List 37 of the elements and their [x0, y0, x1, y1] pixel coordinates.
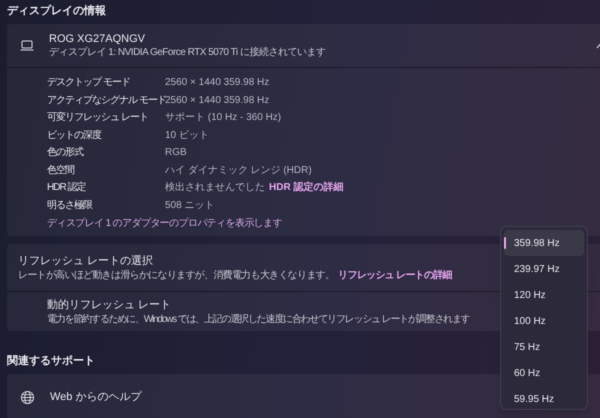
detail-value: 2560 × 1440 359.98 Hz — [165, 76, 270, 90]
setting-title: リフレッシュ レートの選択 — [18, 254, 154, 268]
detail-value: 2560 × 1440 359.98 Hz — [165, 94, 270, 108]
dropdown-option[interactable]: 359.98 Hz — [504, 230, 584, 256]
detail-link[interactable]: HDR 認定の詳細 — [269, 180, 344, 196]
detail-value: 10 ビット — [165, 128, 209, 143]
detail-label: ビットの深度 — [47, 128, 102, 143]
detail-label: HDR 認定 — [47, 180, 87, 196]
setting-description: レートが高いほど動きは滑らかになりますが、消費電力も大きくなります。 リフレッシュ レートの詳細 — [18, 268, 452, 282]
monitor-name: ROG XG27AQNGV — [49, 32, 146, 46]
detail-label: 明るさ極限 — [47, 198, 94, 213]
detail-label: 可変リフレッシュ レート — [47, 110, 149, 126]
refresh-rate-link[interactable]: リフレッシュ レートの詳細 — [338, 270, 452, 280]
detail-value: RGB — [165, 146, 187, 160]
setting-description: 電力を節約するために、Windows では、上記の選択した速度に合わせてリフレッシュ レートが調整されます — [47, 312, 470, 326]
detail-label: アクティブなシグナル モード — [47, 94, 165, 108]
dropdown-option[interactable]: 100 Hz — [504, 308, 584, 334]
dropdown-option[interactable]: 59.95 Hz — [504, 386, 584, 412]
detail-label: 色の形式 — [47, 146, 84, 160]
detail-value: 検出されませんでした — [165, 180, 265, 196]
dropdown-option[interactable]: 75 Hz — [504, 334, 584, 360]
detail-value: サポート (10 Hz - 360 Hz) — [165, 111, 282, 126]
section-heading: 関連するサポート — [7, 354, 96, 369]
selection-indicator — [504, 237, 506, 249]
detail-label: 色空間 — [47, 164, 76, 178]
monitor-subtitle: ディスプレイ 1: NVIDIA GeForce RTX 5070 Ti に接続されています — [49, 46, 326, 59]
dropdown-option[interactable]: 239.97 Hz — [504, 256, 584, 282]
detail-label: デスクトップ モード — [47, 76, 131, 90]
section-heading: ディスプレイの情報 — [7, 4, 107, 19]
globe-icon — [20, 390, 35, 404]
adapter-properties-link[interactable]: ディスプレイ 1 のアダプターのプロパティを表示します — [47, 214, 600, 232]
laptop-icon — [20, 40, 34, 51]
detail-value: ハイ ダイナミック レンジ (HDR) — [165, 164, 312, 178]
dropdown-option[interactable]: 120 Hz — [504, 282, 584, 308]
help-label: Web からのヘルプ — [50, 390, 142, 405]
setting-title: 動的リフレッシュ レート — [47, 298, 172, 312]
detail-value: 508 ニット — [165, 198, 214, 213]
